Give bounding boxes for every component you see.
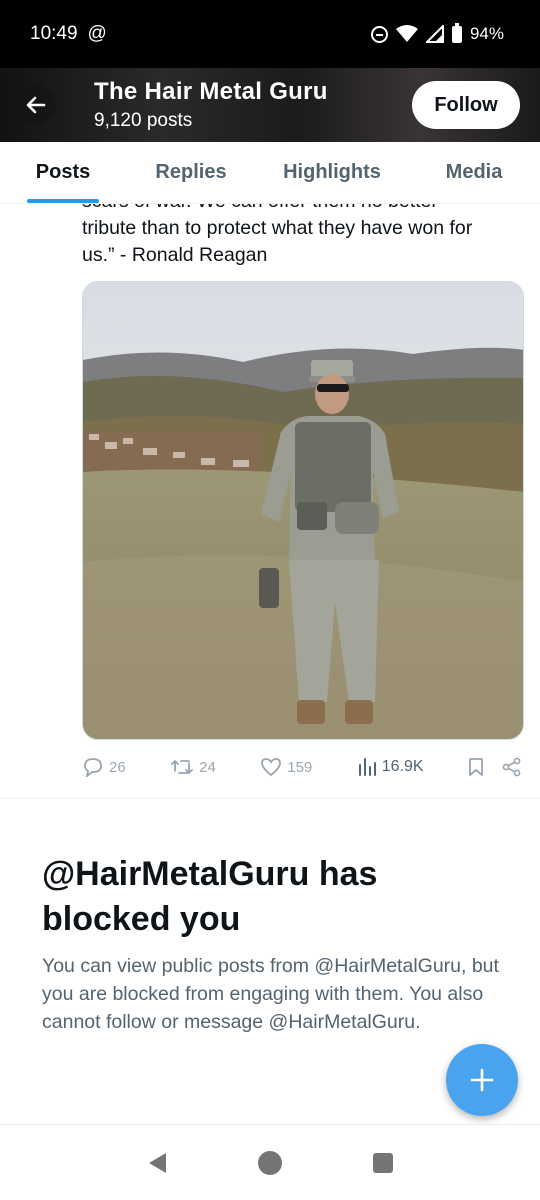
status-left: 10:49 @ [30, 23, 107, 45]
status-bar: 10:49 @ 94% [0, 0, 540, 68]
tab-highlights[interactable]: Highlights [256, 142, 408, 203]
like-icon [261, 758, 282, 777]
battery-percent: 94% [469, 24, 504, 43]
nav-back-button[interactable] [137, 1143, 177, 1183]
post-count: 9,120 posts [94, 110, 193, 131]
wifi-icon [395, 25, 418, 42]
tab-replies[interactable]: Replies [126, 142, 256, 203]
nav-back-icon [148, 1152, 166, 1173]
views-count: 16.9K [381, 758, 424, 775]
timeline-content: scars of war. We can offer them no bette… [0, 204, 540, 1124]
share-icon[interactable] [502, 757, 522, 777]
tweet-photo[interactable] [82, 281, 524, 740]
nav-home-icon [257, 1150, 282, 1175]
tweet-text-line: us.” - Ronald Reagan [82, 244, 268, 266]
active-tab-indicator [27, 199, 99, 203]
action-icons-right [468, 757, 522, 777]
tab-media[interactable]: Media [408, 142, 540, 203]
bookmark-icon[interactable] [468, 757, 484, 777]
reply-button[interactable]: 26 [82, 757, 126, 777]
repost-icon [171, 760, 194, 774]
tab-posts[interactable]: Posts [0, 142, 126, 203]
reply-icon [84, 758, 102, 777]
compose-button[interactable] [446, 1044, 518, 1116]
tweet-text-line: scars of war. We can offer them no bette… [82, 204, 528, 215]
reply-count: 26 [109, 758, 126, 776]
blocked-title: @HairMetalGuru has blocked you [42, 855, 378, 938]
signal-icon [425, 25, 444, 43]
do-not-disturb-icon [370, 25, 388, 43]
blocked-message: You can view public posts from @HairMeta… [42, 955, 499, 1033]
nav-home-button[interactable] [250, 1143, 290, 1183]
views-icon [358, 758, 376, 776]
tab-label: Highlights [283, 161, 381, 183]
follow-button[interactable]: Follow [412, 81, 520, 129]
tab-label: Posts [35, 161, 91, 183]
tweet-text: scars of war. We can offer them no bette… [82, 204, 528, 269]
like-button[interactable]: 159 [260, 757, 312, 777]
status-right: 94% [370, 22, 504, 44]
profile-name: The Hair Metal Guru [94, 78, 328, 105]
back-arrow-icon [26, 96, 46, 114]
at-symbol: @ [87, 23, 107, 44]
views-button[interactable]: 16.9K [357, 757, 424, 777]
profile-tabs: Posts Replies Highlights Media [0, 142, 540, 204]
tweet-actions: 26 24 159 16.9K [82, 752, 522, 782]
system-nav-bar [0, 1124, 540, 1200]
back-button[interactable] [16, 85, 56, 125]
status-time: 10:49 [30, 23, 78, 44]
repost-count: 24 [199, 758, 216, 776]
nav-recents-icon [373, 1152, 394, 1173]
repost-button[interactable]: 24 [170, 757, 216, 777]
battery-icon [451, 22, 462, 43]
soldier-landscape-photo [83, 282, 523, 739]
header-titles: The Hair Metal Guru 9,120 posts [94, 78, 412, 132]
profile-header: The Hair Metal Guru 9,120 posts Follow [0, 68, 540, 142]
tab-label: Media [445, 161, 503, 183]
nav-recents-button[interactable] [363, 1143, 403, 1183]
tweet-text-line: tribute than to protect what they have w… [82, 217, 473, 239]
like-count: 159 [287, 758, 313, 776]
divider [0, 798, 540, 799]
tab-label: Replies [155, 161, 227, 183]
plus-icon [470, 1068, 494, 1092]
